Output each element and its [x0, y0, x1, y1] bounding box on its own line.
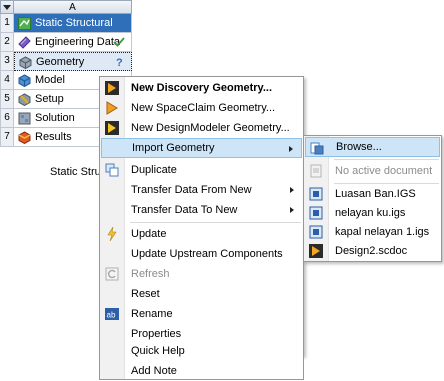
menu-item-label: New Discovery Geometry...: [131, 82, 273, 94]
menu-item-label: No active document: [335, 165, 433, 177]
submenu-item-browse[interactable]: Browse...: [305, 137, 440, 157]
igs-file-icon: [309, 206, 323, 220]
chevron-down-icon: [3, 5, 11, 10]
submenu-item-kapal-nelayan[interactable]: kapal nelayan 1.igs: [305, 222, 440, 242]
static-structural-icon: [18, 17, 31, 30]
menu-item-add-note[interactable]: Add Note: [101, 361, 302, 381]
scdoc-file-icon: [309, 244, 323, 258]
refresh-icon: [105, 267, 119, 281]
menu-item-new-designmodeler-geometry[interactable]: New DesignModeler Geometry...: [101, 118, 302, 138]
menu-item-new-discovery-geometry[interactable]: New Discovery Geometry...: [101, 78, 302, 98]
menu-item-refresh[interactable]: Refresh: [101, 264, 302, 284]
menu-item-rename[interactable]: ab Rename: [101, 304, 302, 324]
model-icon: [18, 74, 31, 87]
cell-label: Results: [35, 131, 72, 143]
igs-file-icon: [309, 187, 323, 201]
document-icon: [310, 164, 322, 178]
system-row-engineering-data[interactable]: 2 Engineering Data: [0, 33, 132, 52]
menu-item-label: Luasan Ban.IGS: [335, 188, 416, 200]
duplicate-icon: [105, 163, 119, 177]
menu-separator: [130, 222, 301, 223]
row-number: 4: [0, 71, 14, 90]
system-title-cell[interactable]: Static Structural: [14, 14, 132, 33]
submenu-item-luasan-ban[interactable]: Luasan Ban.IGS: [305, 184, 440, 204]
update-icon: [107, 227, 117, 241]
menu-item-import-geometry[interactable]: Import Geometry: [101, 138, 302, 158]
spaceclaim-icon: [106, 101, 118, 115]
geometry-cell[interactable]: Geometry ?: [14, 52, 132, 71]
menu-item-label: Rename: [131, 308, 173, 320]
row-number: 1: [0, 14, 14, 33]
engineering-data-icon: [18, 36, 31, 49]
import-geometry-submenu: Browse... No active document Luasan Ban.…: [303, 135, 442, 262]
menu-item-label: Refresh: [131, 268, 170, 280]
column-header-a: A: [14, 0, 132, 14]
cell-label: Engineering Data: [35, 36, 121, 48]
menu-item-label: Add Note: [131, 365, 177, 377]
menu-item-label: nelayan ku.igs: [335, 207, 406, 219]
igs-file-icon: [309, 225, 323, 239]
system-row-geometry[interactable]: 3 Geometry ?: [0, 52, 132, 71]
submenu-item-nelayan-ku[interactable]: nelayan ku.igs: [305, 203, 440, 223]
menu-separator: [334, 159, 439, 160]
submenu-arrow-icon: [289, 146, 293, 152]
submenu-item-design2[interactable]: Design2.scdoc: [305, 241, 440, 261]
svg-text:ab: ab: [107, 311, 116, 320]
menu-item-label: Update Upstream Components: [131, 248, 283, 260]
menu-item-quick-help[interactable]: Quick Help: [101, 341, 302, 361]
browse-icon: [310, 142, 324, 155]
cell-label: Geometry: [36, 56, 85, 68]
menu-item-duplicate[interactable]: Duplicate: [101, 160, 302, 180]
cell-label: Model: [35, 74, 65, 86]
menu-item-label: Update: [131, 228, 167, 240]
menu-item-label: New SpaceClaim Geometry...: [131, 102, 276, 114]
cell-label: Solution: [35, 112, 75, 124]
menu-item-new-spaceclaim-geometry[interactable]: New SpaceClaim Geometry...: [101, 98, 302, 118]
context-menu: New Discovery Geometry... New SpaceClaim…: [99, 76, 304, 356]
geometry-icon: [19, 56, 32, 69]
menu-item-label: kapal nelayan 1.igs: [335, 226, 430, 238]
menu-item-label: Reset: [131, 288, 160, 300]
menu-item-label: Quick Help: [131, 345, 185, 357]
submenu-arrow-icon: [290, 207, 294, 213]
menu-item-label: Design2.scdoc: [335, 245, 408, 257]
menu-item-label: New DesignModeler Geometry...: [131, 122, 290, 134]
system-title: Static Structural: [35, 17, 113, 29]
question-status-icon: ?: [116, 57, 123, 69]
menu-item-label: Browse...: [336, 141, 382, 153]
discovery-icon: [105, 81, 119, 95]
row-number: 7: [0, 128, 14, 147]
setup-icon: [18, 93, 31, 106]
row-number: 6: [0, 109, 14, 128]
results-icon: [18, 131, 31, 144]
solution-icon: [18, 112, 31, 125]
engineering-data-cell[interactable]: Engineering Data: [14, 33, 132, 52]
system-menu-dropdown[interactable]: [0, 0, 14, 14]
row-number: 5: [0, 90, 14, 109]
menu-item-transfer-data-to-new[interactable]: Transfer Data To New: [101, 200, 302, 220]
menu-item-update[interactable]: Update: [101, 224, 302, 244]
menu-item-label: Import Geometry: [132, 142, 215, 154]
menu-item-transfer-data-from-new[interactable]: Transfer Data From New: [101, 180, 302, 200]
column-header-row: A: [0, 0, 132, 14]
row-number: 3: [0, 52, 14, 71]
context-menu-lower: Quick Help Add Note: [99, 345, 304, 380]
menu-item-update-upstream-components[interactable]: Update Upstream Components: [101, 244, 302, 264]
cell-label: Setup: [35, 93, 64, 105]
submenu-item-no-active-document[interactable]: No active document: [305, 161, 440, 181]
rename-icon: ab: [105, 308, 119, 320]
row-number: 2: [0, 33, 14, 52]
menu-item-label: Transfer Data From New: [131, 184, 252, 196]
submenu-arrow-icon: [290, 187, 294, 193]
menu-item-label: Transfer Data To New: [131, 204, 238, 216]
menu-item-reset[interactable]: Reset: [101, 284, 302, 304]
designmodeler-icon: [105, 121, 119, 135]
svg-text:?: ?: [116, 57, 123, 69]
up-to-date-check-icon: [113, 37, 125, 47]
menu-item-label: Properties: [131, 328, 182, 340]
system-row-static-structural[interactable]: 1 Static Structural: [0, 14, 132, 33]
menu-item-label: Duplicate: [131, 164, 177, 176]
